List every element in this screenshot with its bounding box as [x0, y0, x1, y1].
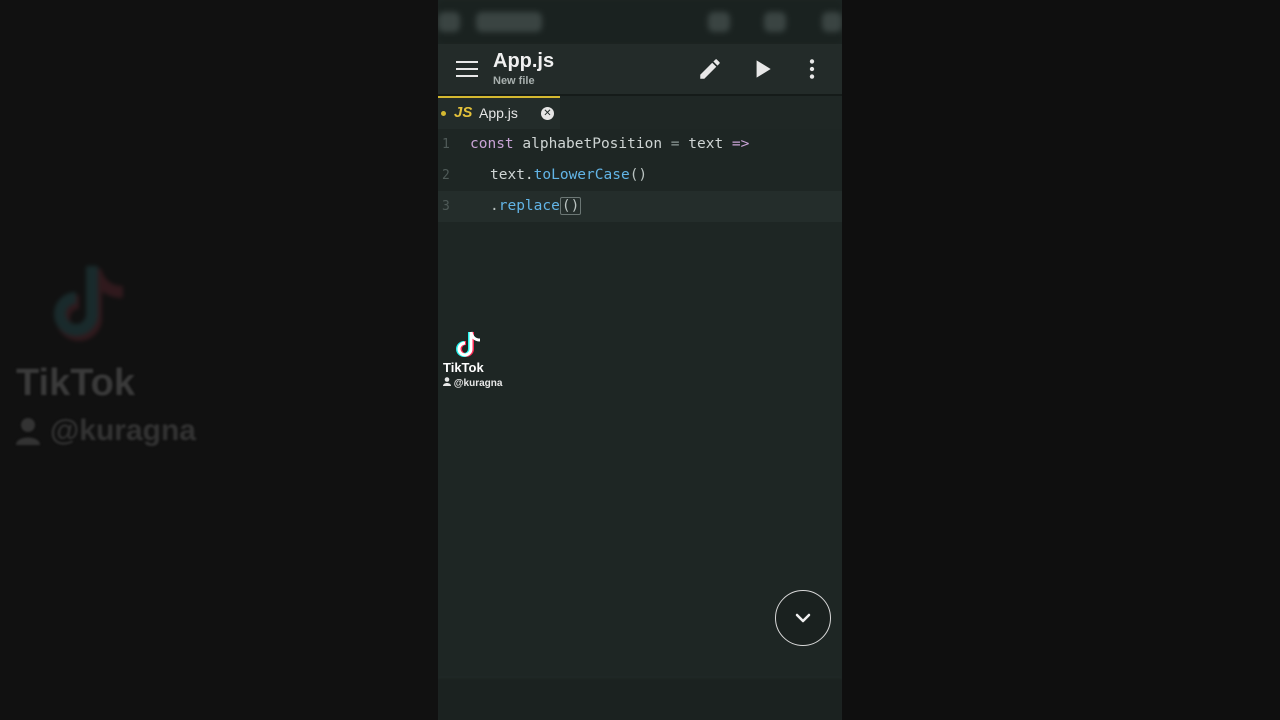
tab-bar: JS App.js ✕ [438, 96, 842, 129]
tab-app-js[interactable]: JS App.js ✕ [438, 96, 560, 129]
code-text: const alphabetPosition = text => [470, 136, 750, 152]
tab-label: App.js [479, 105, 518, 121]
line-number: 2 [442, 168, 450, 183]
code-line: 1 const alphabetPosition = text => [438, 129, 842, 160]
app-bar: App.js New file [438, 44, 842, 96]
tiktok-logo-icon [456, 331, 481, 357]
watermark-username: @kuragna [443, 377, 502, 389]
background-username-text: @kuragna [50, 414, 196, 447]
line-number: 1 [442, 137, 450, 152]
watermark-brand: TikTok [443, 360, 484, 375]
user-icon [16, 418, 40, 445]
user-icon [443, 377, 451, 386]
code-line-active: 3 .replace() [438, 191, 842, 222]
play-icon[interactable] [749, 56, 775, 82]
background-brand: TikTok [16, 362, 135, 404]
code-text: .replace() [490, 197, 582, 215]
code-text: text.toLowerCase() [490, 167, 648, 183]
bracket-match: () [559, 197, 582, 215]
close-circle-icon[interactable]: ✕ [541, 107, 554, 120]
status-bar [438, 0, 842, 44]
bottom-bar [438, 677, 842, 720]
background-left: TikTok @kuragna [0, 0, 438, 720]
js-badge: JS [454, 104, 473, 121]
line-number: 3 [442, 199, 450, 214]
file-title: App.js [493, 50, 555, 72]
chevron-down-icon [795, 613, 811, 623]
tiktok-logo-icon [54, 266, 124, 341]
scroll-down-button[interactable] [775, 590, 831, 646]
phone-screen: App.js New file JS App.js ✕ 1 const alph… [438, 0, 842, 720]
more-vertical-icon[interactable] [799, 56, 825, 82]
file-subtitle: New file [493, 75, 535, 87]
hamburger-menu-icon[interactable] [456, 61, 478, 77]
code-line: 2 text.toLowerCase() [438, 160, 842, 191]
modified-dot-icon [441, 111, 446, 116]
pencil-icon[interactable] [697, 56, 723, 82]
background-right [842, 0, 1280, 720]
background-username: @kuragna [16, 414, 196, 448]
